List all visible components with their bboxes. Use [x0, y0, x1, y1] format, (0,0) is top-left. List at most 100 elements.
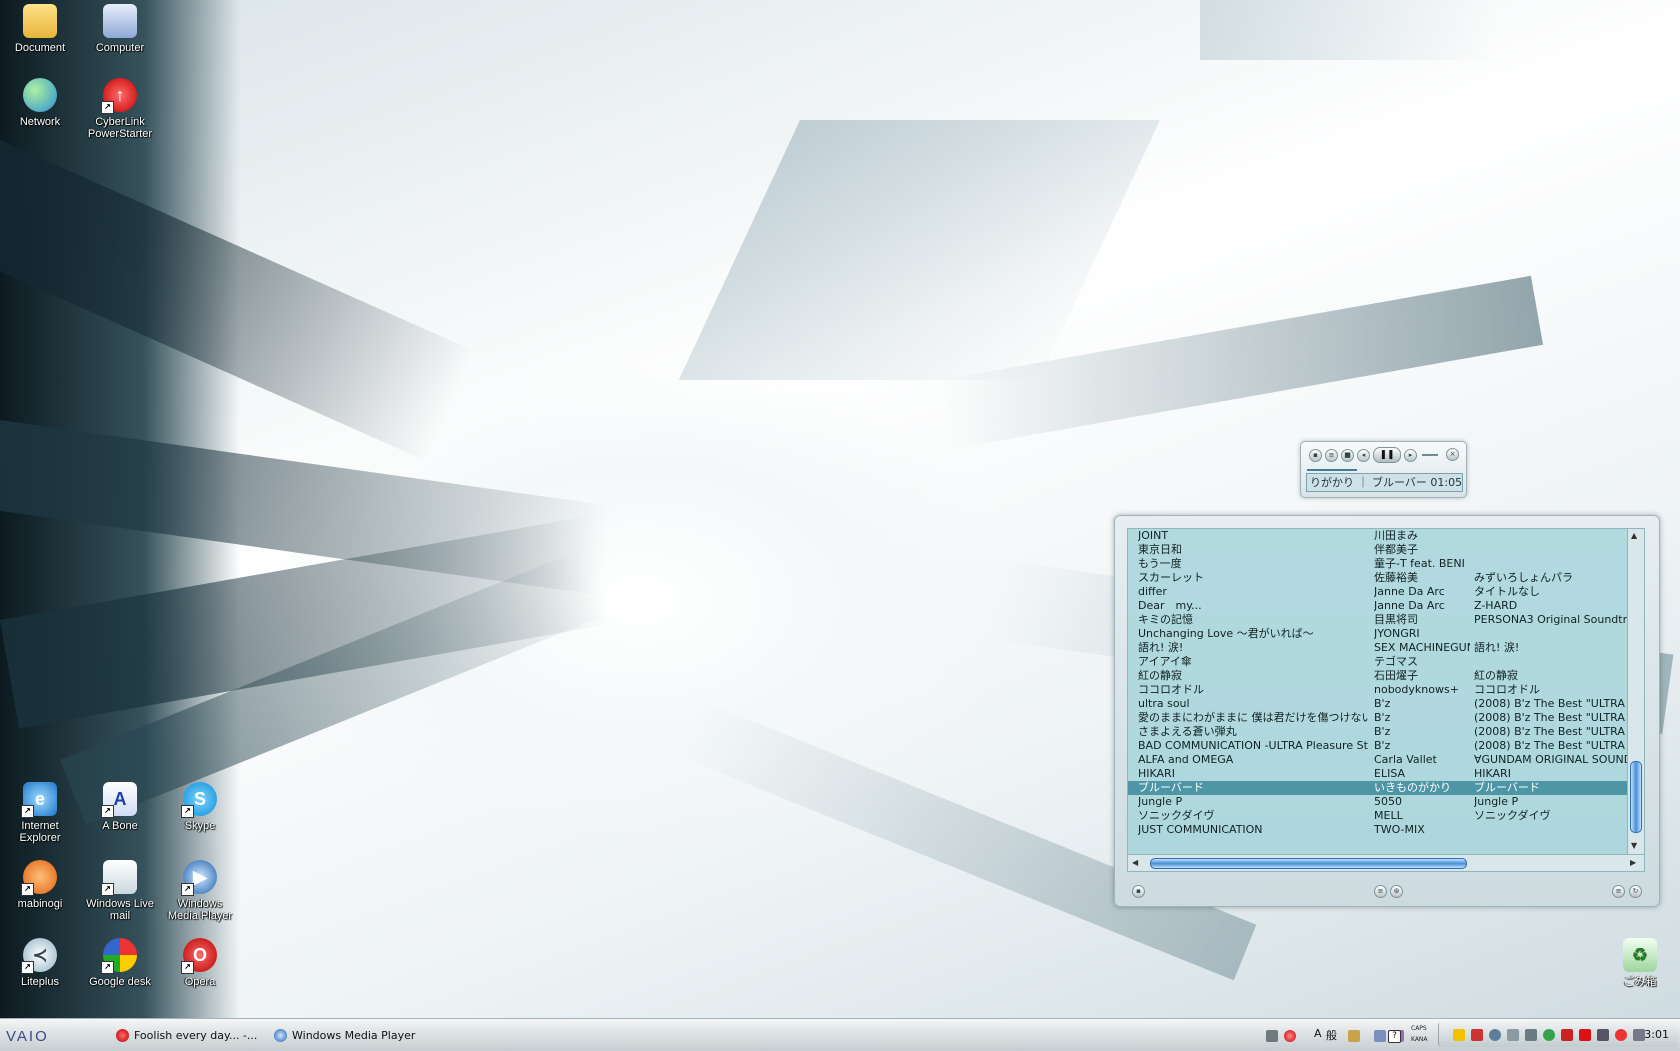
pause-button[interactable]: ❚❚ — [1373, 447, 1401, 463]
ime-pad-icon[interactable] — [1348, 1030, 1360, 1042]
vertical-scroll-thumb[interactable] — [1630, 761, 1642, 833]
ime-input-mode-general[interactable]: 般 — [1326, 1027, 1337, 1043]
horizontal-scroll-thumb[interactable] — [1150, 858, 1467, 869]
taskbar-task-foolish[interactable]: Foolish every day... -... — [112, 1025, 274, 1047]
playlist-row[interactable]: もう一度 童子-T feat. BENI — [1128, 557, 1628, 571]
vertical-scrollbar[interactable]: ▲ ▼ — [1627, 528, 1645, 856]
desktop[interactable]: Document Computer Network ↑ ↗ CyberLink P… — [0, 0, 1680, 1018]
desktop-icon-network[interactable]: Network — [2, 78, 78, 128]
playlist-view-button[interactable]: ≡ — [1612, 885, 1625, 898]
desktop-icon-abone[interactable]: A ↗ A Bone — [82, 782, 158, 832]
desktop-icon-opera[interactable]: O ↗ Opera — [162, 938, 238, 988]
restore-button[interactable]: ▪ — [1309, 448, 1322, 462]
playlist-shuffle-button[interactable]: ⊛ — [1390, 885, 1403, 898]
playlist-row[interactable]: Dear my... Janne Da Arc Z-HARD — [1128, 599, 1628, 613]
connection-icon[interactable] — [1507, 1029, 1519, 1041]
playlist-row[interactable]: Unchanging Love 〜君がいれば〜 JYONGRI — [1128, 627, 1628, 641]
media-player-mini-mode[interactable]: ▪ ≡ ■ ◂ ❚❚ ▸ × りがかり ｜ ブルーバー 01:05 — [1300, 441, 1467, 498]
ime-input-mode-a[interactable]: A — [1314, 1027, 1322, 1040]
playlist-toggle-button[interactable]: ≡ — [1325, 448, 1338, 462]
playlist-row[interactable]: HIKARI ELISA HIKARI — [1128, 767, 1628, 781]
playlist-row[interactable]: ソニックダイヴ MELL ソニックダイヴ — [1128, 809, 1628, 823]
playlist-row[interactable]: さまよえる蒼い弾丸 B'z (2008) B'z The Best "ULTRA P… — [1128, 725, 1628, 739]
playlist-options-button[interactable]: ≡ — [1374, 885, 1387, 898]
device-icon[interactable] — [1633, 1029, 1645, 1041]
previous-button[interactable]: ◂ — [1357, 448, 1370, 462]
playlist-row[interactable]: ultra soul B'z (2008) B'z The Best "ULTRA … — [1128, 697, 1628, 711]
ime-icon[interactable] — [1284, 1030, 1296, 1042]
desktop-icon-cyberlink[interactable]: ↑ ↗ CyberLink PowerStarter — [82, 78, 158, 140]
desktop-icon-google-desk[interactable]: ↗ Google desk — [82, 938, 158, 988]
sync-icon[interactable] — [1489, 1029, 1501, 1041]
seek-bar[interactable] — [1307, 469, 1357, 471]
power-icon[interactable] — [1561, 1029, 1573, 1041]
scroll-right-arrow-icon[interactable]: ▶ — [1630, 858, 1636, 867]
playlist-row[interactable]: キミの記憶 目黒将司 PERSONA3 Original Soundtrack — [1128, 613, 1628, 627]
playlist-row[interactable]: 愛のままにわがままに 僕は君だけを傷つけない B'z (2008) B'z The … — [1128, 711, 1628, 725]
next-button[interactable]: ▸ — [1404, 448, 1417, 462]
playlist-row[interactable]: 語れ! 涙! SEX MACHINEGUN 語れ! 涙! — [1128, 641, 1628, 655]
playlist-menu-button[interactable]: ▪ — [1132, 885, 1145, 898]
stop-button[interactable]: ■ — [1341, 448, 1354, 462]
playlist-album-cell: ブルーバード — [1474, 781, 1540, 794]
playlist-row[interactable]: スカーレット 佐藤裕美 みずいろしょんパラ — [1128, 571, 1628, 585]
shortcut-arrow-icon: ↗ — [101, 961, 114, 974]
desktop-icon-mabinogi[interactable]: ↗ mabinogi — [2, 860, 78, 910]
shortcut-arrow-icon: ↗ — [101, 805, 114, 818]
playlist-row[interactable]: differ Janne Da Arc タイトルなし — [1128, 585, 1628, 599]
scroll-down-arrow-icon[interactable]: ▼ — [1631, 841, 1637, 850]
vaio-logo[interactable]: VAIO — [6, 1028, 49, 1045]
playlist-title-cell: HIKARI — [1138, 767, 1175, 780]
playlist-artist-cell: MELL — [1374, 809, 1403, 822]
clock[interactable]: 3:01 — [1644, 1023, 1669, 1047]
security-shield-icon[interactable] — [1453, 1029, 1465, 1041]
volume-icon[interactable] — [1525, 1029, 1537, 1041]
network-status-icon[interactable] — [1471, 1029, 1483, 1041]
horizontal-scrollbar[interactable]: ◀ ▶ — [1127, 854, 1645, 872]
desktop-icon-document[interactable]: Document — [2, 4, 78, 54]
antivirus-icon[interactable] — [1615, 1029, 1627, 1041]
playlist-row[interactable]: Jungle P 5050 Jungle P — [1128, 795, 1628, 809]
playlist-row[interactable]: 東京日和 伴都美子 — [1128, 543, 1628, 557]
playlist-row[interactable]: ブルーバード いきものがかり ブルーバード — [1128, 781, 1628, 795]
help-icon[interactable]: ? — [1388, 1030, 1401, 1043]
playlist-row[interactable]: JUST COMMUNICATION TWO-MIX — [1128, 823, 1628, 837]
desktop-icon-windows-media-player[interactable]: ▶ ↗ Windows Media Player — [162, 860, 238, 922]
playlist-artist-cell: 石田燿子 — [1374, 669, 1418, 682]
desktop-icon-skype[interactable]: S ↗ Skype — [162, 782, 238, 832]
desktop-icon-windows-live-mail[interactable]: ↗ Windows Live mail — [82, 860, 158, 922]
volume-slider[interactable] — [1422, 454, 1438, 456]
keyboard-icon[interactable] — [1266, 1030, 1278, 1042]
playlist-album-cell: タイトルなし — [1474, 585, 1540, 598]
playlist-row[interactable]: ココロオドル nobodyknows+ ココロオドル — [1128, 683, 1628, 697]
playlist-list[interactable]: JOINT 川田まみ 東京日和 伴都美子 もう一度 童子-T feat. BENI スカーレ… — [1127, 528, 1629, 856]
desktop-icon-computer[interactable]: Computer — [82, 4, 158, 54]
taskbar-task-media-player[interactable]: Windows Media Player — [270, 1025, 442, 1047]
messenger-icon[interactable] — [1543, 1029, 1555, 1041]
playlist-album-cell: Z-HARD — [1474, 599, 1518, 612]
playlist-title-cell: Jungle P — [1138, 795, 1183, 808]
playlist-title-cell: ココロオドル — [1138, 683, 1204, 696]
playlist-window[interactable]: JOINT 川田まみ 東京日和 伴都美子 もう一度 童子-T feat. BENI スカーレ… — [1114, 515, 1660, 907]
playlist-artist-cell: B'z — [1374, 711, 1391, 724]
desktop-icon-internet-explorer[interactable]: e ↗ Internet Explorer — [2, 782, 78, 844]
playlist-row[interactable]: ALFA and OMEGA Carla Vallet ∀GUNDAM ORIGIN… — [1128, 753, 1628, 767]
shortcut-arrow-icon: ↗ — [181, 961, 194, 974]
desktop-icon-recycle-bin[interactable]: ♻ ごみ箱 — [1602, 938, 1678, 988]
desktop-icon-liteplus[interactable]: ≺ ↗ Liteplus — [2, 938, 78, 988]
playlist-row[interactable]: アイアイ傘 テゴマス — [1128, 655, 1628, 669]
google-desktop-icon: ↗ — [101, 938, 137, 974]
scroll-left-arrow-icon[interactable]: ◀ — [1132, 858, 1138, 867]
playlist-artist-cell: B'z — [1374, 697, 1391, 710]
playlist-row[interactable]: BAD COMMUNICATION -ULTRA Pleasure Style-… — [1128, 739, 1628, 753]
scroll-up-arrow-icon[interactable]: ▲ — [1631, 531, 1637, 540]
ime-tools-icon[interactable] — [1374, 1030, 1386, 1042]
playlist-repeat-button[interactable]: ↻ — [1629, 885, 1642, 898]
display-icon[interactable] — [1597, 1029, 1609, 1041]
playlist-row[interactable]: 紅の静寂 石田燿子 紅の静寂 — [1128, 669, 1628, 683]
playlist-row[interactable]: JOINT 川田まみ — [1128, 529, 1628, 543]
ati-icon[interactable] — [1579, 1029, 1591, 1041]
close-button[interactable]: × — [1446, 448, 1459, 461]
system-tray: 3:01 — [1438, 1023, 1677, 1047]
playlist-artist-cell: Carla Vallet — [1374, 753, 1437, 766]
